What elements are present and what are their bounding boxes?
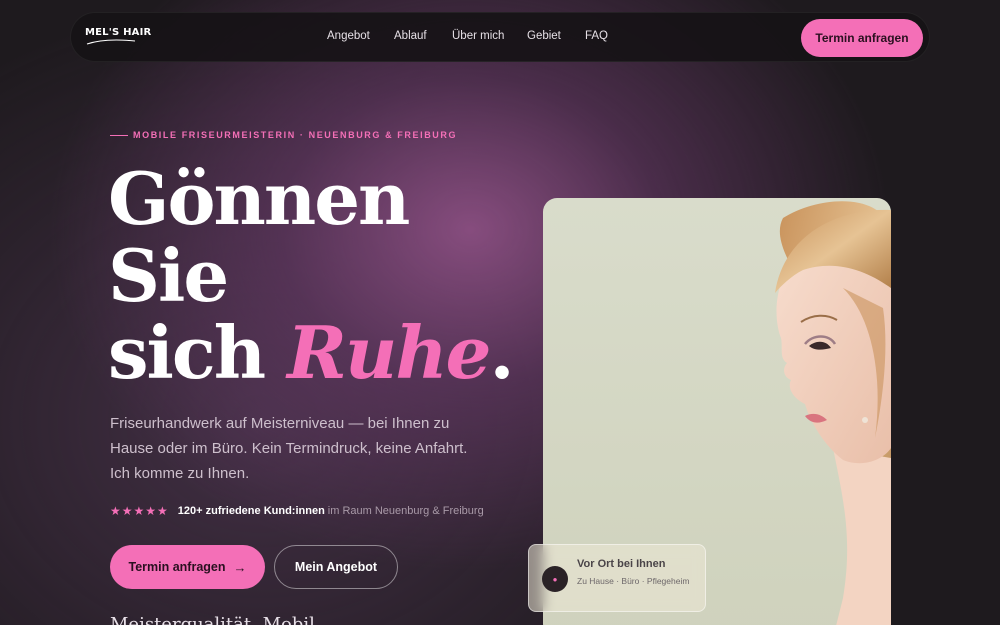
nav-appointment-button[interactable]: Termin anfragen	[801, 19, 923, 57]
rating-row: ★★★★★ 120+ zufriedene Kund:innen im Raum…	[110, 504, 484, 518]
location-dot-icon: ●	[542, 566, 568, 592]
headline-period: .	[489, 310, 514, 395]
next-section-heading-peek: Meisterqualität. Mobil.	[110, 614, 321, 625]
nav-link-gebiet[interactable]: Gebiet	[527, 30, 561, 42]
arrow-right-icon: →	[233, 559, 247, 575]
star-rating-icon: ★★★★★	[110, 504, 169, 518]
hero-headline: Gönnen Sie sich Ruhe.	[108, 160, 528, 391]
hero-appointment-label: Termin anfragen	[128, 560, 226, 574]
nav-link-angebot[interactable]: Angebot	[327, 30, 370, 42]
headline-line-2: Sie	[108, 233, 229, 318]
eyebrow-divider	[110, 134, 128, 136]
top-navigation: MEL'S HAIR Angebot Ablauf Über mich Gebi…	[70, 12, 930, 62]
hero-appointment-button[interactable]: Termin anfragen →	[110, 545, 265, 589]
nav-link-faq[interactable]: FAQ	[585, 30, 608, 42]
rating-region: im Raum Neuenburg & Freiburg	[327, 505, 484, 517]
on-site-badge: ● Vor Ort bei Ihnen Zu Hause · Büro · Pf…	[528, 544, 706, 612]
hero-subtitle: Friseurhandwerk auf Meisterniveau — bei …	[110, 415, 468, 482]
nav-link-ablauf[interactable]: Ablauf	[394, 30, 427, 42]
badge-title: Vor Ort bei Ihnen	[577, 558, 666, 570]
nav-link-ueber-mich[interactable]: Über mich	[452, 30, 504, 42]
headline-line-3-start: sich	[108, 310, 288, 395]
badge-subtitle: Zu Hause · Büro · Pflegeheim	[577, 576, 690, 586]
eyebrow-text: MOBILE FRISEURMEISTERIN · NEUENBURG & FR…	[133, 130, 458, 140]
headline-line-3: sich Ruhe.	[108, 314, 528, 391]
headline-line-1: Gönnen	[108, 156, 410, 241]
rating-count: 120+ zufriedene Kund:innen	[177, 505, 325, 517]
hero-offer-button[interactable]: Mein Angebot	[274, 545, 398, 589]
headline-accent-word: Ruhe	[287, 310, 491, 395]
hero-eyebrow: MOBILE FRISEURMEISTERIN · NEUENBURG & FR…	[110, 130, 457, 140]
